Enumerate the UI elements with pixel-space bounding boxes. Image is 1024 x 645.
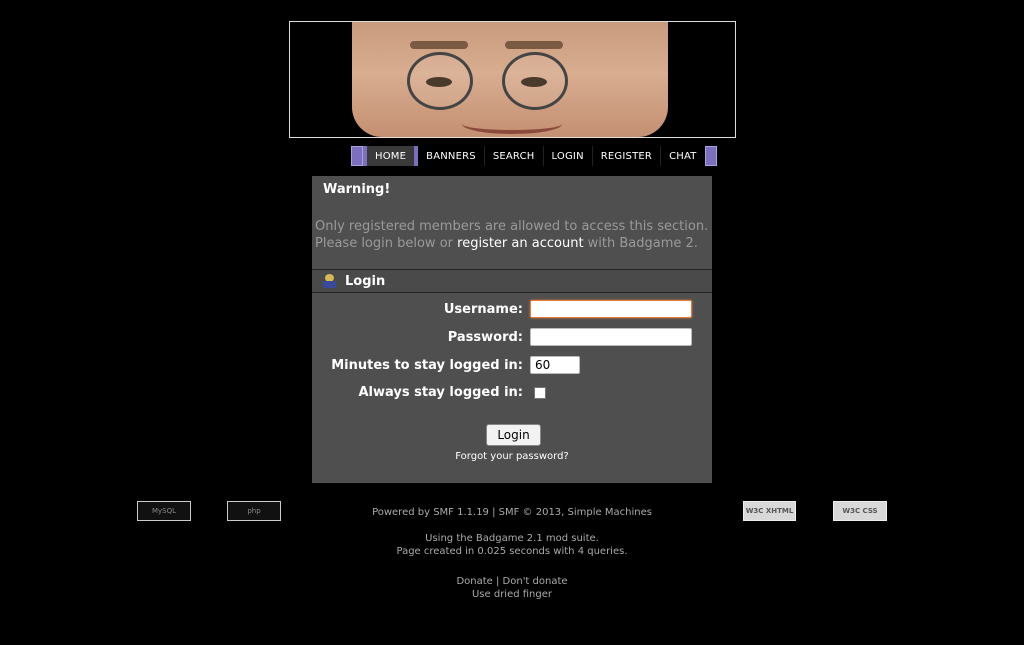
warning-title: Warning! bbox=[323, 182, 391, 197]
login-form: Username: Password: Minutes to stay logg… bbox=[312, 293, 712, 483]
glasses-right bbox=[502, 41, 568, 110]
mysql-badge[interactable]: MySQL bbox=[137, 501, 191, 521]
always-logged-checkbox[interactable] bbox=[534, 387, 546, 399]
donate-link[interactable]: Donate bbox=[456, 576, 492, 587]
donate-line: Donate | Don't donate bbox=[456, 576, 568, 587]
smile bbox=[462, 114, 562, 134]
mod-suite-note: Using the Badgame 2.1 mod suite. bbox=[425, 533, 599, 544]
banner-face-image bbox=[352, 22, 668, 137]
username-label: Username: bbox=[443, 302, 523, 317]
register-link[interactable]: register an account bbox=[457, 236, 583, 251]
login-title: Login bbox=[345, 273, 386, 289]
minutes-label: Minutes to stay logged in: bbox=[331, 358, 523, 373]
warning-line1: Only registered members are allowed to a… bbox=[315, 219, 709, 234]
warning-message: Only registered members are allowed to a… bbox=[312, 204, 712, 269]
glasses-left bbox=[407, 41, 473, 110]
nav-cap-right bbox=[704, 146, 717, 166]
header-banner bbox=[289, 21, 736, 138]
username-input[interactable] bbox=[530, 300, 692, 318]
user-icon bbox=[322, 274, 338, 288]
password-input[interactable] bbox=[530, 328, 692, 346]
nav-search[interactable]: SEARCH bbox=[484, 146, 544, 166]
login-header: Login bbox=[312, 269, 712, 293]
powered-by: Powered by SMF 1.1.19 | SMF © 2013, Simp… bbox=[372, 507, 652, 518]
php-badge[interactable]: php bbox=[227, 501, 281, 521]
css-badge[interactable]: W3C CSS bbox=[833, 501, 887, 521]
login-button[interactable]: Login bbox=[486, 424, 541, 446]
login-panel: Warning! Only registered members are all… bbox=[312, 176, 712, 483]
nav-cap-left bbox=[351, 146, 363, 166]
nav-home[interactable]: HOME bbox=[363, 146, 419, 166]
password-label: Password: bbox=[447, 330, 523, 345]
nav-chat[interactable]: CHAT bbox=[661, 146, 705, 166]
page-timing: Page created in 0.025 seconds with 4 que… bbox=[396, 546, 628, 557]
nav-register[interactable]: REGISTER bbox=[592, 146, 662, 166]
nav-login[interactable]: LOGIN bbox=[543, 146, 593, 166]
forgot-password-link[interactable]: Forgot your password? bbox=[312, 451, 712, 462]
always-logged-label: Always stay logged in: bbox=[358, 385, 523, 400]
nav-banners[interactable]: BANNERS bbox=[418, 146, 485, 166]
warning-line2-prefix: Please login below or bbox=[315, 236, 458, 251]
xhtml-badge[interactable]: W3C XHTML 1.0 bbox=[743, 501, 796, 521]
minutes-input[interactable] bbox=[530, 356, 580, 374]
dont-donate-link[interactable]: Don't donate bbox=[503, 576, 568, 587]
dried-finger-link[interactable]: Use dried finger bbox=[312, 589, 712, 600]
warning-line2-suffix: with Badgame 2. bbox=[583, 236, 698, 251]
main-nav: HOME BANNERS SEARCH LOGIN REGISTER CHAT bbox=[351, 146, 717, 166]
